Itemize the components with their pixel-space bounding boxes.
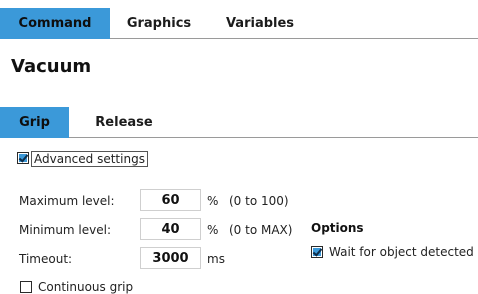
advanced-settings-label[interactable]: Advanced settings bbox=[31, 151, 148, 167]
top-tab-bar: Command Graphics Variables bbox=[0, 8, 478, 39]
checkmark-icon bbox=[313, 248, 321, 256]
timeout-unit: ms bbox=[207, 252, 225, 266]
tab-graphics[interactable]: Graphics bbox=[110, 8, 208, 39]
sub-tab-bar: Grip Release bbox=[0, 107, 478, 138]
max-level-range: (0 to 100) bbox=[229, 194, 289, 208]
options-heading: Options bbox=[311, 221, 364, 235]
timeout-label: Timeout: bbox=[19, 252, 73, 266]
wait-for-object-checkbox[interactable] bbox=[311, 246, 323, 258]
continuous-grip-label[interactable]: Continuous grip bbox=[38, 280, 133, 294]
max-level-label: Maximum level: bbox=[19, 194, 115, 208]
tab-release[interactable]: Release bbox=[69, 107, 179, 138]
checkmark-icon bbox=[19, 154, 27, 162]
tab-grip[interactable]: Grip bbox=[0, 107, 69, 138]
min-level-input[interactable] bbox=[140, 218, 201, 240]
min-level-unit: % bbox=[207, 223, 219, 237]
max-level-input[interactable] bbox=[140, 189, 201, 211]
min-level-range: (0 to MAX) bbox=[229, 223, 293, 237]
advanced-settings-checkbox[interactable] bbox=[17, 152, 29, 164]
page-title: Vacuum bbox=[11, 56, 92, 77]
min-level-label: Minimum level: bbox=[19, 223, 112, 237]
continuous-grip-checkbox[interactable] bbox=[20, 281, 32, 293]
timeout-input[interactable] bbox=[140, 247, 201, 269]
tab-command[interactable]: Command bbox=[0, 8, 110, 39]
tab-variables[interactable]: Variables bbox=[208, 8, 312, 39]
wait-for-object-label[interactable]: Wait for object detected bbox=[329, 245, 474, 259]
max-level-unit: % bbox=[207, 194, 219, 208]
